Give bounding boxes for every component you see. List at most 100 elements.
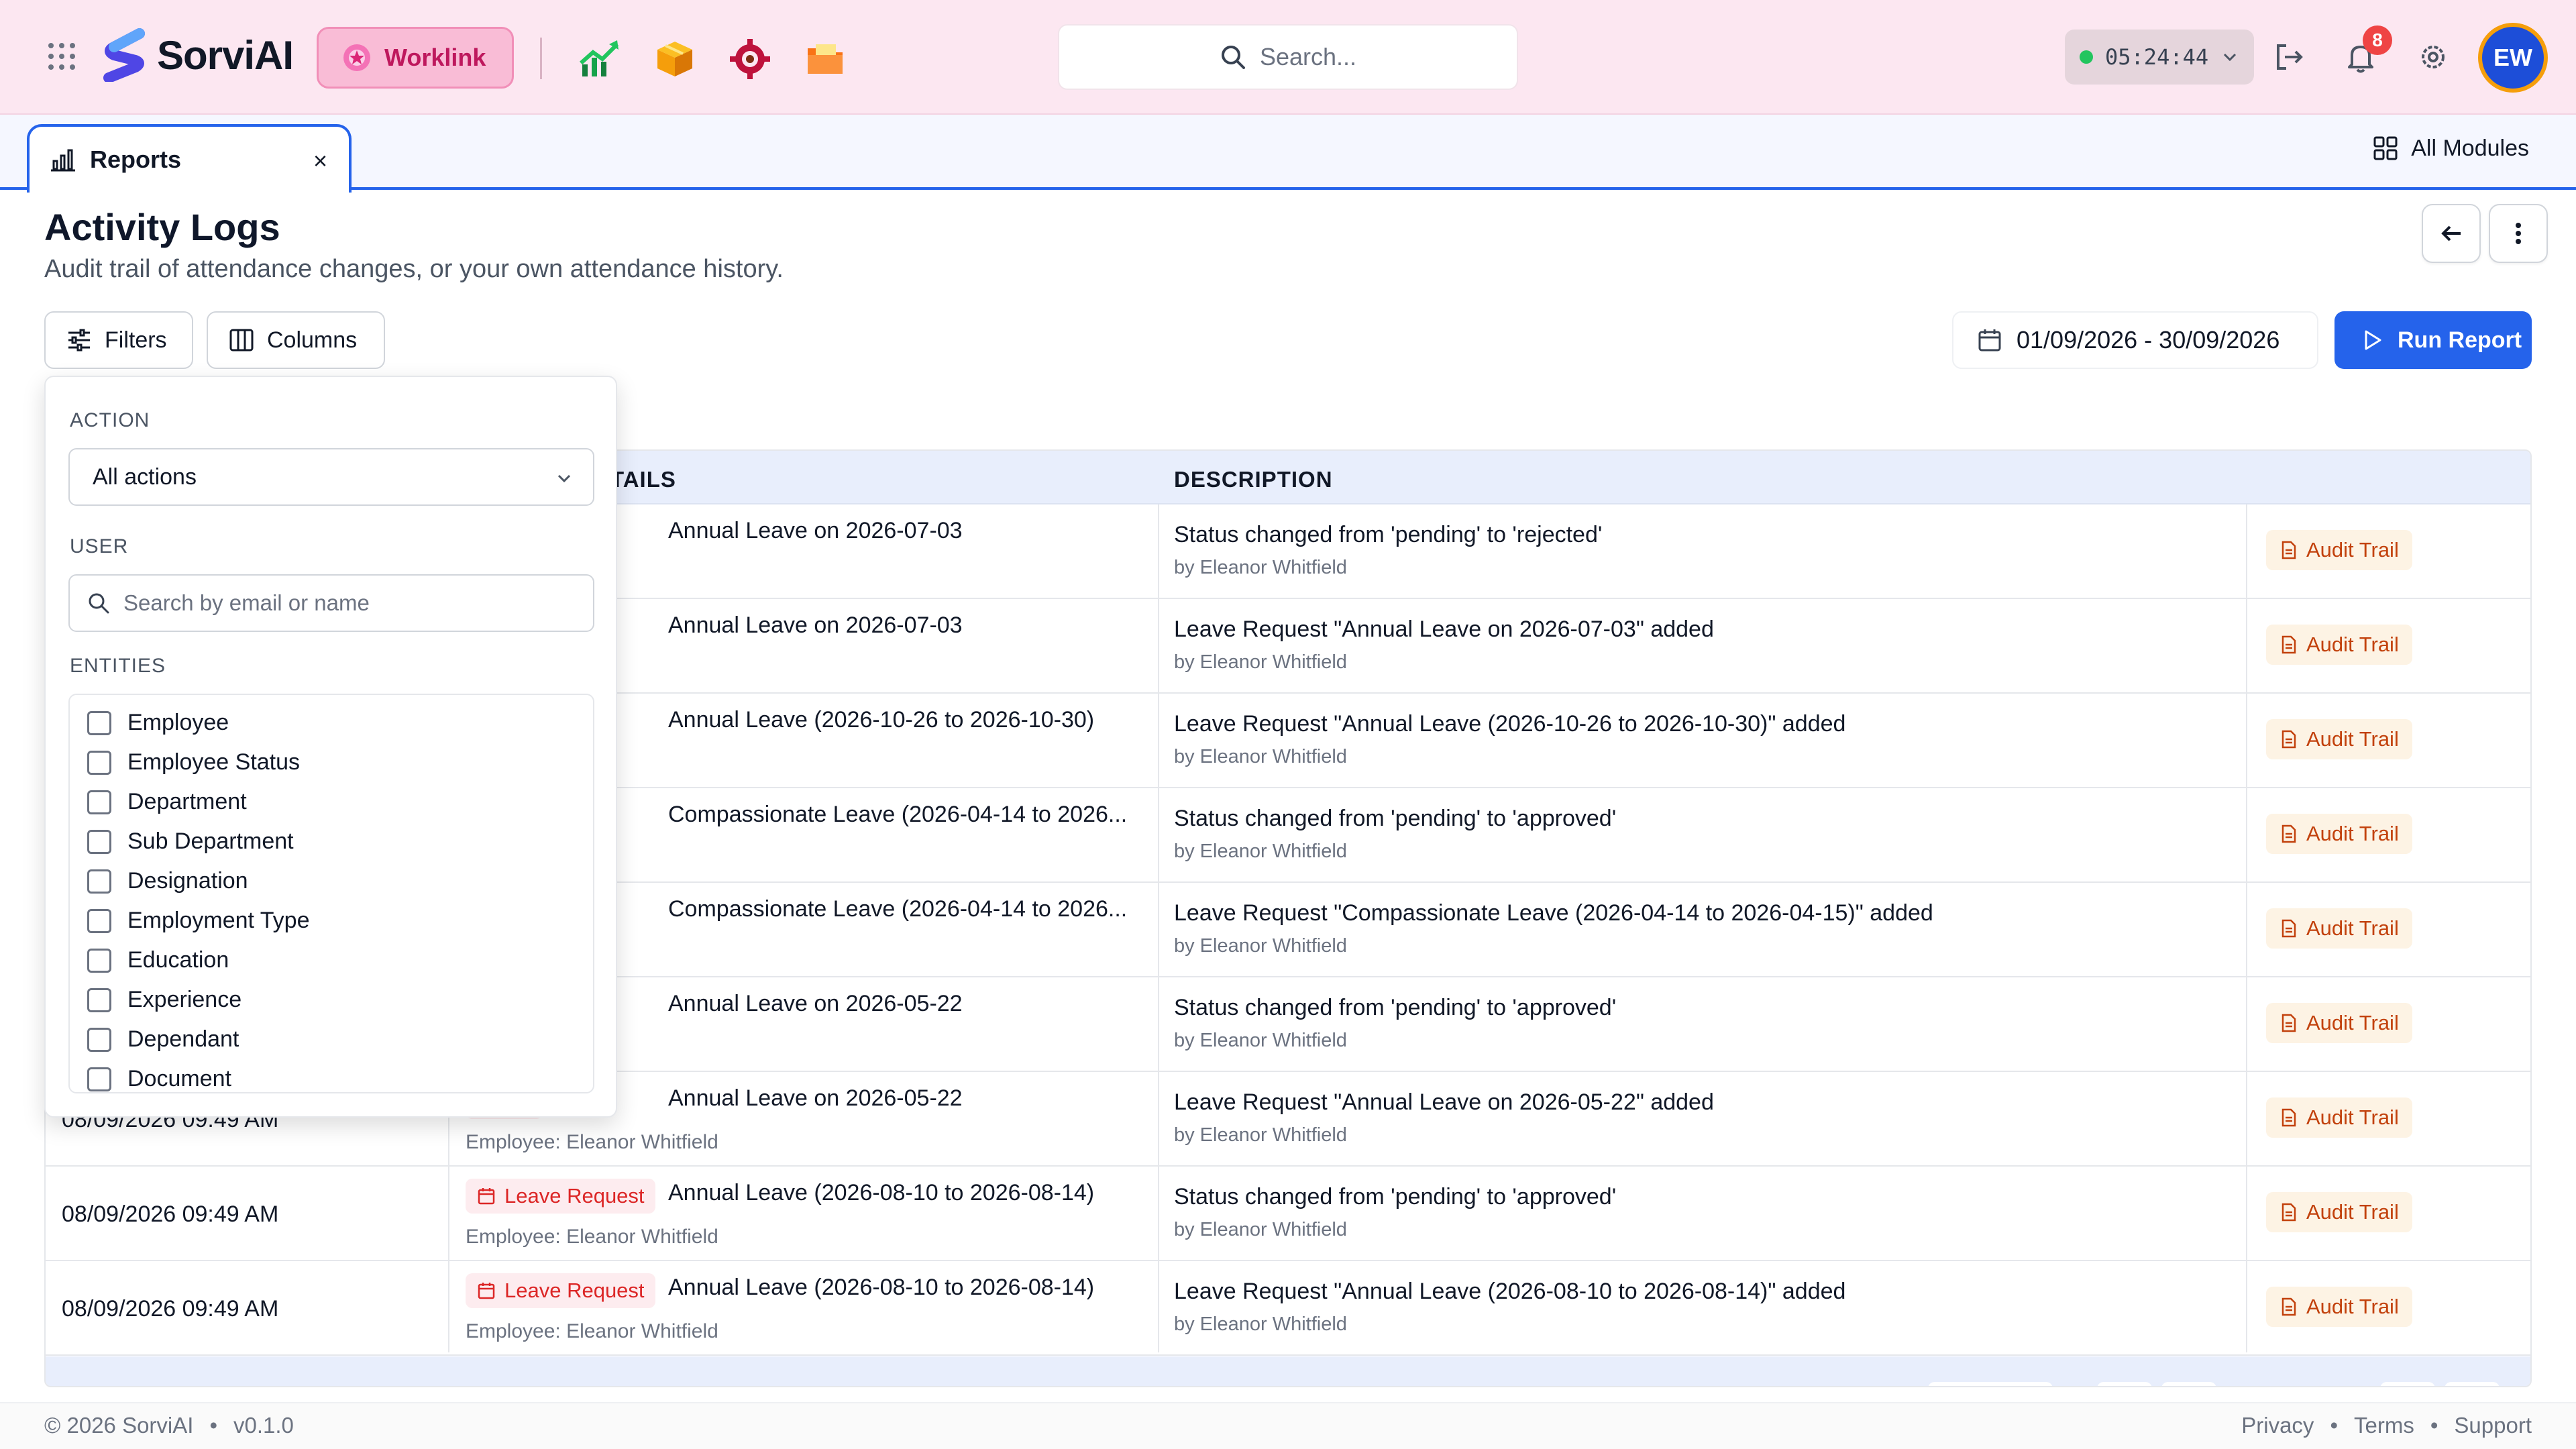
user-search-input[interactable]: Search by email or name (68, 574, 594, 632)
grid-squares-icon (2373, 136, 2398, 160)
tab-strip: Reports × All Modules (0, 115, 2576, 193)
entity-checkbox-item[interactable]: Sub Department (87, 828, 294, 855)
page-size-select[interactable] (1928, 1382, 2053, 1386)
tab-reports[interactable]: Reports × (27, 124, 352, 193)
audit-trail-button[interactable]: Audit Trail (2266, 814, 2412, 854)
settings-gear-icon[interactable] (2415, 39, 2451, 75)
entity-employee: Employee: Eleanor Whitfield (466, 1226, 718, 1248)
row-author: by Eleanor Whitfield (1174, 1219, 1347, 1240)
entity-checkbox-item[interactable]: Department (87, 789, 247, 815)
checkbox[interactable] (87, 750, 111, 775)
entity-checkbox-item[interactable]: Education (87, 947, 229, 973)
entity-checkbox-label: Employee (127, 710, 229, 735)
audit-trail-button[interactable]: Audit Trail (2266, 1097, 2412, 1138)
attendance-timer-dropdown[interactable]: 05:24:44 (2065, 30, 2254, 85)
entity-title: Annual Leave (2026-10-26 to 2026-10-30) (668, 707, 1095, 733)
entity-checkbox-label: Employment Type (127, 908, 310, 933)
gear-target-icon[interactable] (729, 38, 771, 80)
action-select[interactable]: All actions (68, 448, 594, 506)
table-row[interactable]: 08/09/2026 09:49 AM Leave Request Annual L… (46, 1167, 2530, 1261)
run-report-button[interactable]: Run Report (2334, 311, 2532, 369)
audit-trail-button[interactable]: Audit Trail (2266, 625, 2412, 665)
workspace-switcher-button[interactable]: Worklink (317, 27, 514, 89)
row-description: Leave Request "Annual Leave (2026-10-26 … (1174, 711, 1846, 737)
checkbox[interactable] (87, 710, 111, 735)
row-timestamp: 08/09/2026 09:49 AM (62, 1296, 279, 1322)
audit-trail-label: Audit Trail (2306, 633, 2399, 656)
footer-link-terms[interactable]: Terms (2354, 1413, 2414, 1438)
checkbox[interactable] (87, 829, 111, 854)
column-header-details[interactable]: TAILS (610, 467, 676, 492)
notification-count-badge: 8 (2363, 25, 2392, 55)
app-launcher-icon[interactable] (47, 42, 76, 71)
table-row[interactable]: 08/09/2026 09:49 AM Leave Request Annual L… (46, 1261, 2530, 1356)
entity-checkbox-item[interactable]: Employment Type (87, 908, 310, 934)
entity-checkbox-item[interactable]: Employee Status (87, 749, 300, 775)
chevron-down-icon (557, 474, 571, 483)
first-page-button[interactable] (2380, 1382, 2435, 1386)
entity-checkbox-item[interactable]: Dependant (87, 1026, 239, 1053)
global-search-input[interactable]: Search... (1058, 24, 1518, 90)
last-page-button[interactable] (2445, 1382, 2500, 1386)
audit-trail-button[interactable]: Audit Trail (2266, 908, 2412, 949)
bar-chart-icon (51, 149, 75, 172)
audit-trail-label: Audit Trail (2306, 1200, 2399, 1224)
entities-checkbox-list[interactable]: Employee Employee Status Department Sub Dep… (68, 694, 594, 1093)
brand-logo[interactable]: SorviAI (99, 28, 294, 82)
all-modules-button[interactable]: All Modules (2372, 135, 2529, 162)
date-range-value: 01/09/2026 - 30/09/2026 (2017, 326, 2280, 354)
entity-title: Compassionate Leave (2026-04-14 to 2026.… (668, 802, 1128, 827)
action-select-value: All actions (93, 464, 197, 490)
audit-trail-button[interactable]: Audit Trail (2266, 1287, 2412, 1327)
checkbox[interactable] (87, 908, 111, 933)
trend-chart-icon[interactable] (578, 38, 621, 80)
checkbox[interactable] (87, 1027, 111, 1052)
entity-checkbox-label: Department (127, 789, 247, 814)
back-button[interactable] (2422, 204, 2481, 263)
prev-page-button[interactable] (2097, 1382, 2152, 1386)
entity-checkbox-item[interactable]: Employee (87, 710, 229, 736)
row-description: Status changed from 'pending' to 'approv… (1174, 995, 1617, 1020)
footer-link-privacy[interactable]: Privacy (2241, 1413, 2314, 1438)
page-footer: © 2026 SorviAI • v0.1.0 Privacy • Terms … (0, 1402, 2576, 1449)
audit-trail-button[interactable]: Audit Trail (2266, 1192, 2412, 1232)
folder-icon[interactable] (804, 38, 847, 80)
user-avatar[interactable]: EW (2478, 23, 2548, 93)
filters-dropdown-panel: ACTION All actions USER Search by email … (44, 376, 617, 1118)
row-details-cell: Leave Request Annual Leave (2026-08-10 to… (449, 1167, 1158, 1260)
action-filter-label: ACTION (70, 409, 150, 431)
checkbox[interactable] (87, 987, 111, 1012)
close-tab-icon[interactable]: × (313, 147, 327, 175)
checkbox[interactable] (87, 869, 111, 894)
audit-trail-label: Audit Trail (2306, 1106, 2399, 1129)
footer-link-support[interactable]: Support (2454, 1413, 2532, 1438)
next-page-button[interactable] (2161, 1382, 2216, 1386)
date-range-picker[interactable]: 01/09/2026 - 30/09/2026 (1952, 311, 2318, 369)
footer-separator: • (209, 1413, 217, 1438)
audit-trail-button[interactable]: Audit Trail (2266, 1003, 2412, 1043)
entity-checkbox-item[interactable]: Document (87, 1066, 231, 1092)
column-header-description[interactable]: DESCRIPTION (1174, 467, 1333, 492)
audit-trail-button[interactable]: Audit Trail (2266, 530, 2412, 570)
checkbox[interactable] (87, 790, 111, 814)
run-report-label: Run Report (2398, 327, 2522, 353)
document-icon (2282, 541, 2296, 559)
audit-trail-button[interactable]: Audit Trail (2266, 719, 2412, 759)
checkbox[interactable] (87, 948, 111, 973)
entity-checkbox-item[interactable]: Experience (87, 987, 241, 1013)
entity-checkbox-item[interactable]: Designation (87, 868, 248, 894)
document-icon (2282, 919, 2296, 938)
document-icon (2282, 1014, 2296, 1032)
columns-button[interactable]: Columns (207, 311, 385, 369)
entity-employee: Employee: Eleanor Whitfield (466, 1131, 718, 1153)
row-description: Status changed from 'pending' to 'approv… (1174, 1184, 1617, 1210)
document-icon (2282, 635, 2296, 654)
checkbox[interactable] (87, 1067, 111, 1091)
entity-title: Annual Leave on 2026-05-22 (668, 991, 963, 1016)
top-bar: SorviAI Worklink Search... 05:24:44 8 EW (0, 0, 2576, 115)
logout-icon[interactable] (2271, 39, 2308, 75)
package-icon[interactable] (653, 38, 696, 80)
more-options-button[interactable] (2489, 204, 2548, 263)
entity-checkbox-label: Sub Department (127, 828, 294, 854)
filters-button[interactable]: Filters (44, 311, 193, 369)
